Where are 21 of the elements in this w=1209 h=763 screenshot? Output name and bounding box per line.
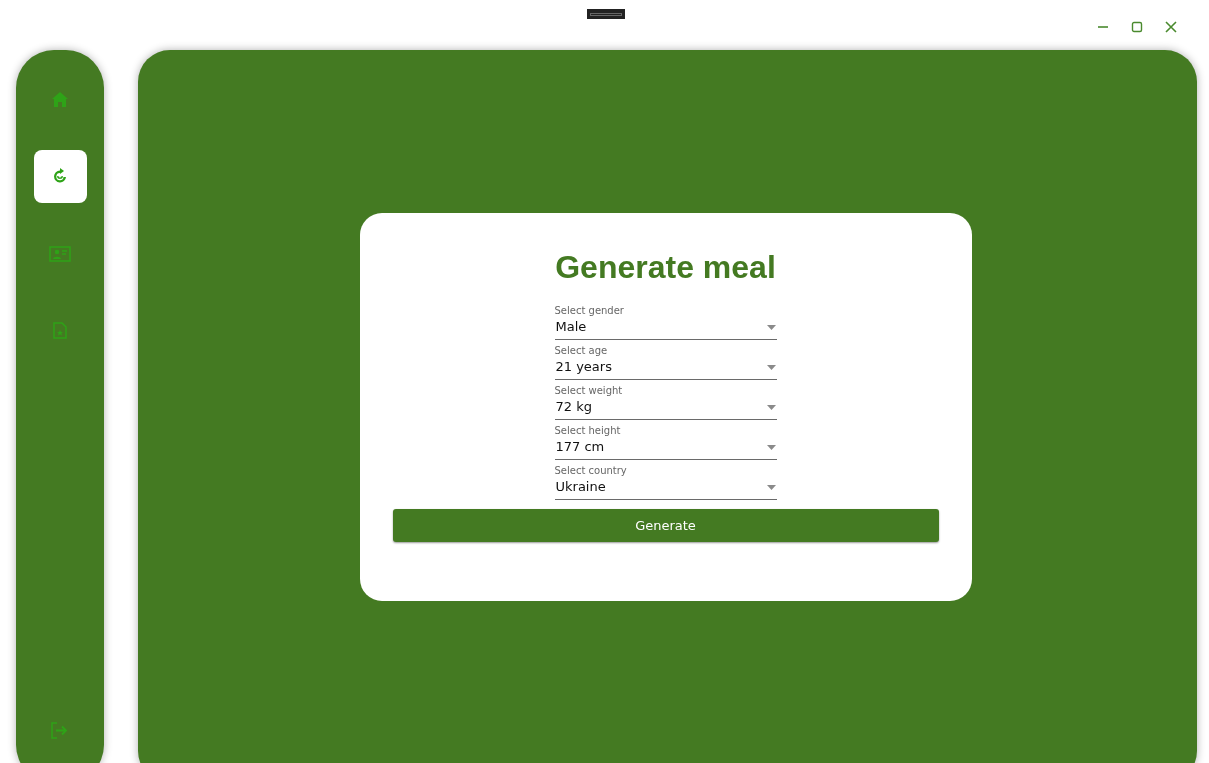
maximize-icon[interactable] xyxy=(1131,21,1143,33)
caret-icon xyxy=(766,324,776,330)
document-star-icon xyxy=(53,322,67,339)
dropdown-field[interactable]: Select age 21 years xyxy=(554,344,777,380)
caret-icon xyxy=(766,364,776,370)
dropdown-field[interactable]: Select height 177 cm xyxy=(554,424,777,460)
caret-icon xyxy=(766,444,776,450)
dropdown-field[interactable]: Select gender Male xyxy=(554,304,777,340)
caret-icon xyxy=(766,484,776,490)
generate-button[interactable]: Generate xyxy=(392,509,939,542)
home-icon xyxy=(52,92,68,107)
drag-handle-icon[interactable] xyxy=(587,9,625,19)
form-title: Generate meal xyxy=(555,249,776,286)
dropdown-field[interactable]: Select weight 72 kg xyxy=(554,384,777,420)
logout-icon xyxy=(51,722,69,739)
leaf-refresh-icon xyxy=(52,168,68,185)
nav-button[interactable] xyxy=(33,150,87,203)
id-card-icon xyxy=(49,245,71,262)
close-icon[interactable] xyxy=(1165,21,1177,33)
caret-icon xyxy=(766,404,776,410)
dropdown-field[interactable]: Select country Ukraine xyxy=(554,464,777,500)
